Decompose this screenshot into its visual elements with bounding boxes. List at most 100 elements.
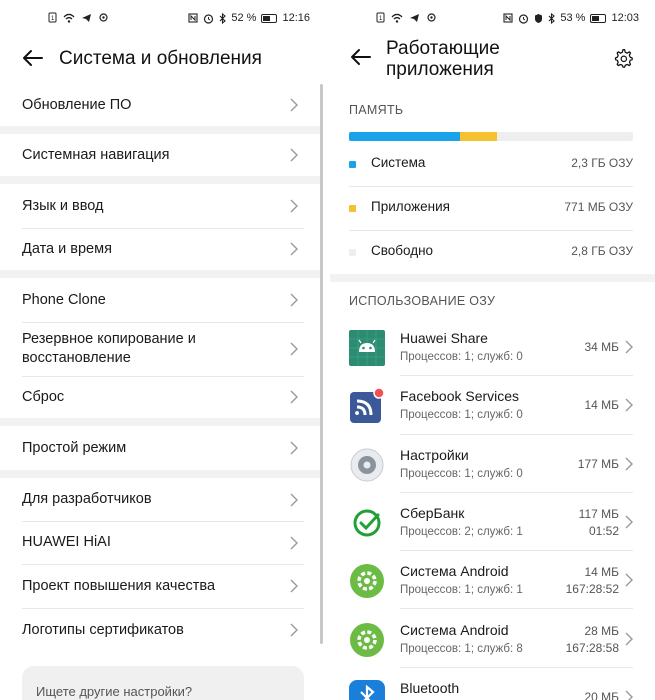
scrollbar[interactable] [320,84,323,644]
system-updates-screen: 1 52 % 12:16 Система и обновления Обновл… [0,0,326,700]
app-name: Facebook Services [400,388,520,405]
menu-item-certificate-logos[interactable]: Логотипы сертификатов [0,608,320,652]
telegram-icon [81,13,92,23]
chevron-right-icon [625,457,633,471]
app-row[interactable]: СберБанк Процессов: 2; служб: 1 117 МБ 01:5… [330,493,655,552]
group-divider [330,274,655,282]
facebook-services-icon [349,387,385,424]
app-row[interactable]: Facebook Services Процессов: 1; служб: 0 1… [330,376,655,435]
menu-item-label: Простой режим [22,439,127,456]
back-arrow-icon[interactable] [346,45,376,69]
wifi-icon [391,13,403,23]
chevron-right-icon [290,148,298,162]
svg-text:1: 1 [51,16,55,22]
gear-icon[interactable] [613,48,633,68]
app-row[interactable]: Huawei Share Процессов: 1; служб: 0 34 МБ [330,318,655,377]
app-row[interactable]: Система Android Процессов: 1; служб: 1 14 … [330,551,655,610]
location-icon [98,12,109,23]
menu-item-system-navigation[interactable]: Системная навигация [0,134,320,176]
app-uptime: 167:28:58 [565,640,619,655]
chevron-right-icon [290,199,298,213]
menu-item-backup-restore[interactable]: Резервное копирование и восстановление [0,322,320,376]
clock: 12:03 [611,12,639,24]
menu-item-developer-options[interactable]: Для разработчиков [0,478,320,521]
ram-usage-section-label: ИСПОЛЬЗОВАНИЕ ОЗУ [349,294,496,308]
group-divider [0,126,320,134]
bluetooth-status-icon [219,12,227,24]
legend-value: 771 МБ ОЗУ [564,200,633,214]
menu-item-date-time[interactable]: Дата и время [0,228,320,270]
status-bar: 1 53 % 12:03 [330,0,655,38]
search-suggestion-card[interactable]: Ищете другие настройки? [22,666,304,700]
chevron-right-icon [290,342,298,356]
app-process-count: Процессов: 1; служб: 0 [400,409,523,422]
app-memory: 20 МБ [584,689,619,700]
menu-item-label: Для разработчиков [22,491,152,507]
legend-value: 2,8 ГБ ОЗУ [571,244,633,258]
menu-item-huawei-hiai[interactable]: HUAWEI HiAI [0,521,320,564]
menu-item-quality-program[interactable]: Проект повышения качества [0,564,320,608]
status-bar: 1 52 % 12:16 [0,0,326,38]
chevron-right-icon [290,493,298,506]
app-name: Настройки [400,446,469,463]
bluetooth-icon [349,679,385,700]
app-row[interactable]: Система Android Процессов: 1; служб: 8 28 … [330,610,655,668]
battery-percent: 52 % [231,12,257,24]
app-name: СберБанк [400,504,465,521]
menu-item-phone-clone[interactable]: Phone Clone [0,278,320,322]
wifi-icon [63,13,75,23]
chevron-right-icon [625,515,633,529]
legend-name: Приложения [371,199,450,214]
legend-name: Свободно [371,243,434,258]
app-memory: 117 МБ [578,506,619,521]
app-process-count: Процессов: 2; служб: 1 [400,525,523,538]
memory-legend-free: Свободно 2,8 ГБ ОЗУ [349,230,633,274]
memory-bar [349,132,633,141]
menu-item-label: HUAWEI HiAI [22,534,111,550]
app-name: Bluetooth [400,679,460,696]
android-system-icon [349,622,385,658]
app-row[interactable]: Bluetooth 20 МБ [330,668,655,700]
clock: 12:16 [282,12,310,24]
menu-item-label: Системная навигация [22,146,170,163]
chevron-right-icon [625,573,633,587]
menu-item-label: Сброс [22,388,65,405]
chevron-right-icon [290,293,298,307]
chevron-right-icon [625,340,633,354]
group-divider [0,470,320,478]
sim-icon: 1 [48,12,57,23]
sberbank-icon [349,505,385,541]
nfc-icon [503,13,513,23]
app-memory: 177 МБ [577,456,619,471]
back-arrow-icon[interactable] [18,46,48,70]
app-bar: Работающие приложения [330,38,655,88]
running-apps-screen: 1 53 % 12:03 Работающие приложения ПАМЯТ… [330,0,655,700]
search-suggestion-text: Ищете другие настройки? [36,684,193,699]
bluetooth-status-icon [548,12,556,24]
app-process-count: Процессов: 1; служб: 0 [400,351,523,363]
app-uptime: 167:28:52 [565,582,619,597]
menu-item-label: Дата и время [22,240,112,257]
menu-item-reset[interactable]: Сброс [0,376,320,418]
app-row[interactable]: Настройки Процессов: 1; служб: 0 177 МБ [330,435,655,493]
battery-icon [590,13,607,23]
group-divider [0,270,320,278]
alarm-icon [518,13,529,24]
chevron-right-icon [625,632,633,645]
menu-item-language-input[interactable]: Язык и ввод [0,184,320,228]
app-name: Система Android [400,621,509,638]
legend-swatch-free [349,249,356,256]
group-divider [0,176,320,184]
legend-value: 2,3 ГБ ОЗУ [571,156,633,170]
group-divider [0,418,320,426]
memory-bar-apps [460,132,497,141]
menu-item-label: Обновление ПО [22,96,132,113]
menu-item-simple-mode[interactable]: Простой режим [0,426,320,470]
legend-name: Система [371,155,426,170]
page-title-line-1: Работающие [386,38,500,59]
menu-item-software-update[interactable]: Обновление ПО [0,84,320,126]
app-process-count: Процессов: 1; служб: 0 [400,467,523,480]
legend-swatch-apps [349,205,356,212]
app-memory: 14 МБ [584,565,619,580]
legend-swatch-system [349,161,356,168]
